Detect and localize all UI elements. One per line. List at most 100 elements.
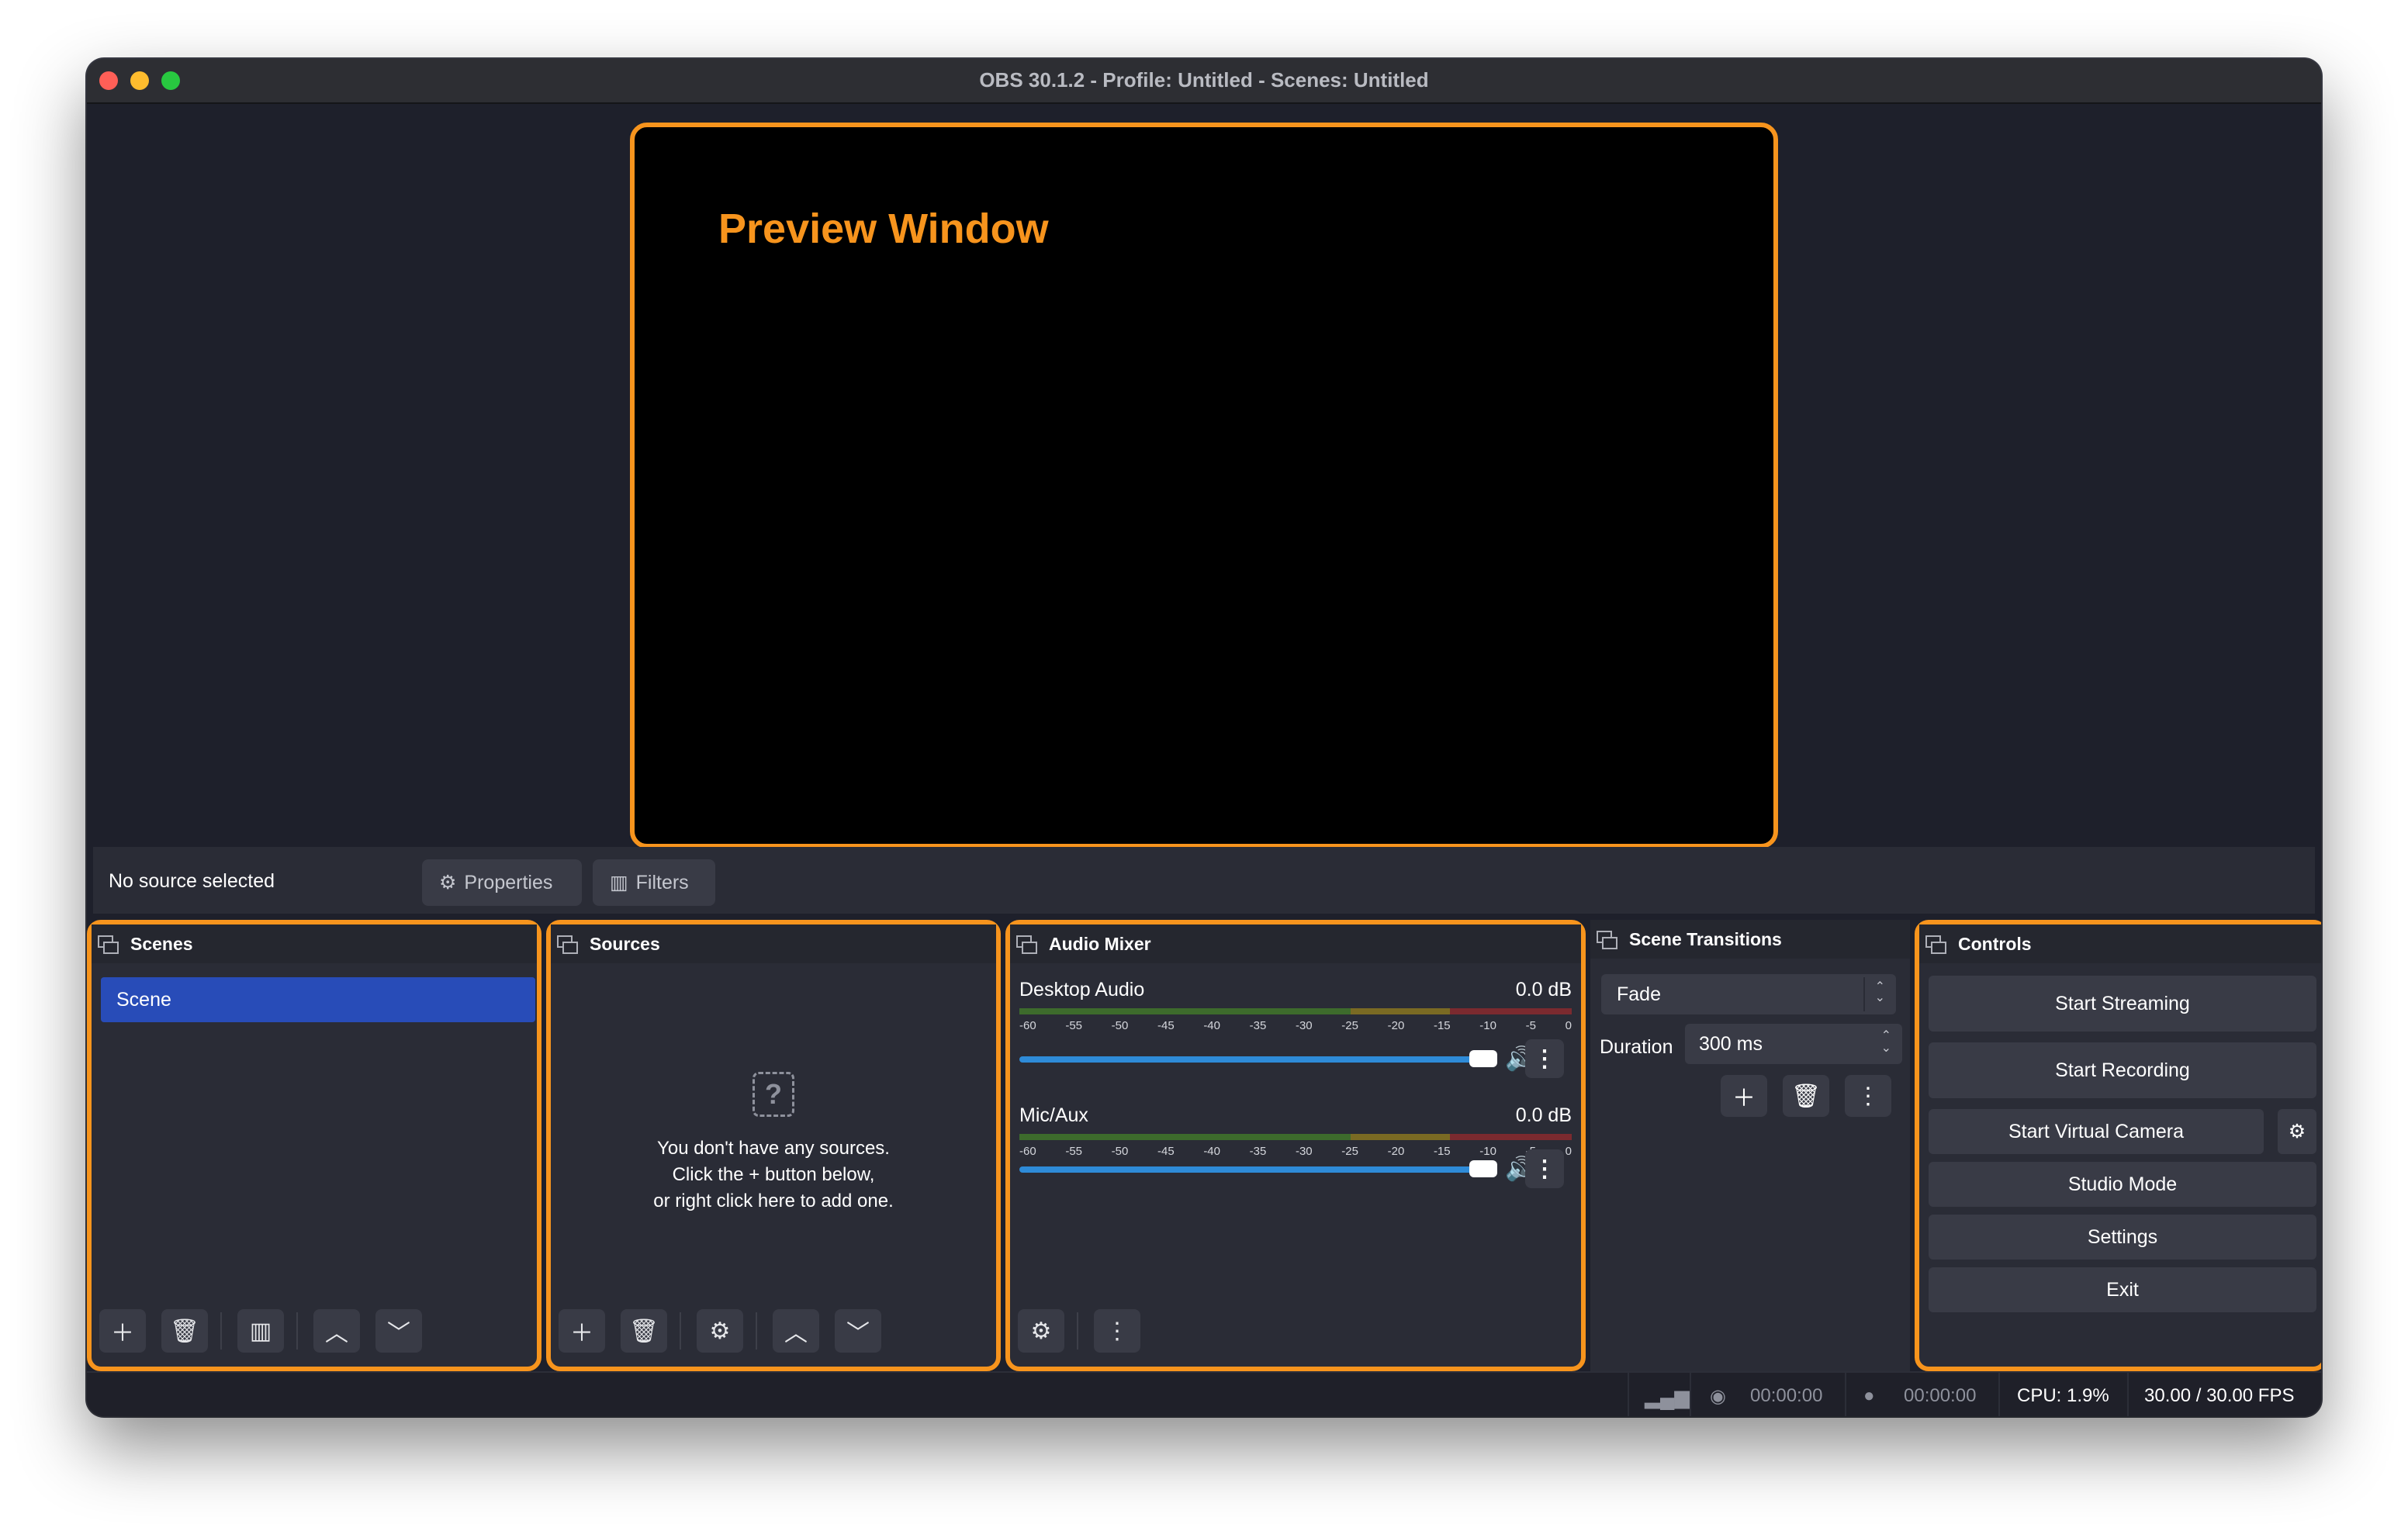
scale-tick: -25 [1341,1019,1358,1032]
signal-bars-icon: ▂▄▆ [1645,1385,1690,1408]
gear-icon: ⚙ [709,1318,731,1344]
sources-empty-state[interactable]: ? You don't have any sources. Click the … [551,1072,996,1215]
transition-value: Fade [1617,983,1661,1005]
scale-tick: -10 [1479,1019,1496,1032]
virtual-camera-settings-button[interactable]: ⚙ [2278,1109,2316,1154]
scene-list-item[interactable]: Scene [101,977,535,1022]
start-recording-button[interactable]: Start Recording [1929,1042,2316,1098]
filter-icon: ▥ [610,872,628,893]
record-status-icon: ● [1863,1385,1875,1406]
toolbar-separator [220,1312,222,1350]
duration-value: 300 ms [1699,1032,1763,1055]
scale-tick: -55 [1065,1145,1083,1158]
undock-icon[interactable] [98,935,119,954]
selected-source-status: No source selected [109,870,275,892]
chevron-up-icon: ︿ [325,1321,348,1346]
volume-slider[interactable] [1019,1056,1477,1063]
scale-tick: -15 [1433,1019,1451,1032]
scale-tick: -50 [1111,1145,1129,1158]
transition-menu-button[interactable]: ⋮ [1845,1075,1891,1117]
chevron-down-icon: ﹀ [387,1321,410,1346]
scale-tick: -35 [1249,1145,1267,1158]
audio-settings-button[interactable]: ⚙ [1018,1309,1064,1353]
gear-icon: ⚙ [2288,1121,2306,1142]
scene-item-label: Scene [116,988,171,1011]
audio-mixer-header: Audio Mixer [1010,924,1581,963]
chevron-up-icon: ︿ [784,1321,808,1346]
sources-empty-line3: or right click here to add one. [653,1191,894,1211]
duration-spinbox[interactable]: 300 ms ⌃ ⌄ [1685,1024,1902,1064]
meter-scale: -60-55-50-45-40-35-30-25-20-15-10-50 [1019,1145,1572,1160]
trash-icon: 🗑 [628,1318,659,1344]
meter-scale: -60-55-50-45-40-35-30-25-20-15-10-50 [1019,1019,1572,1035]
preview-window[interactable]: Preview Window [630,123,1778,848]
mixer-channel-desktop-audio: Desktop Audio 0.0 dB -60 -55 -50 -45 -40 -35-… [1019,979,1572,1087]
stream-time: 00:00:00 [1750,1385,1823,1406]
duration-label: Duration [1600,1036,1673,1058]
more-vertical-icon: ⋮ [1105,1318,1129,1344]
scale-tick: -40 [1203,1019,1220,1032]
undock-icon[interactable] [557,935,578,954]
scale-tick: -45 [1157,1145,1175,1158]
scale-tick: 0 [1565,1019,1572,1032]
move-scene-up-button[interactable]: ︿ [313,1309,360,1353]
status-divider [1690,1373,1691,1416]
controls-title: Controls [1958,933,2032,954]
undock-icon[interactable] [1016,935,1037,954]
scale-tick: -20 [1387,1019,1405,1032]
volume-slider[interactable] [1019,1166,1477,1173]
start-streaming-button[interactable]: Start Streaming [1929,976,2316,1032]
scene-filters-button[interactable]: ▥ [237,1309,284,1353]
exit-button[interactable]: Exit [1929,1267,2316,1312]
scale-tick: -60 [1019,1145,1036,1158]
properties-button[interactable]: ⚙ Properties [422,859,582,906]
status-divider [2127,1373,2129,1416]
trash-icon: 🗑 [1790,1083,1822,1109]
volume-slider-handle[interactable] [1469,1160,1497,1177]
channel-menu-button[interactable]: ⋮ [1525,1039,1564,1078]
add-transition-button[interactable]: ＋ [1721,1075,1767,1117]
volume-meter [1019,1008,1572,1014]
obs-window: OBS 30.1.2 - Profile: Untitled - Scenes:… [87,59,2321,1416]
mixer-menu-button[interactable]: ⋮ [1094,1309,1140,1353]
controls-dock: Controls Start Streaming Start Recording… [1915,920,2321,1371]
start-virtual-camera-button[interactable]: Start Virtual Camera [1929,1109,2264,1154]
remove-scene-button[interactable]: 🗑 [161,1309,208,1353]
chevron-down-icon: ﹀ [846,1321,870,1346]
spin-arrows-icon[interactable]: ⌃ ⌄ [1881,1030,1891,1055]
select-divider [1863,977,1865,1011]
scale-tick: -30 [1295,1019,1313,1032]
channel-level: 0.0 dB [1515,1104,1572,1126]
channel-menu-button[interactable]: ⋮ [1525,1149,1564,1188]
audio-mixer-title: Audio Mixer [1049,933,1151,954]
mixer-channel-mic-aux: Mic/Aux 0.0 dB -60 -55 -50 -45 -40 -35 -30 -25 -… [1019,1104,1572,1213]
remove-transition-button[interactable]: 🗑 [1783,1075,1829,1117]
settings-button[interactable]: Settings [1929,1215,2316,1260]
scale-tick: -50 [1111,1019,1129,1032]
scene-transitions-dock: Scene Transitions Fade ⌃ ⌄ Duration 300 m… [1590,920,1910,1371]
move-source-up-button[interactable]: ︿ [773,1309,819,1353]
sources-empty-line1: You don't have any sources. [657,1138,890,1159]
move-source-down-button[interactable]: ﹀ [835,1309,881,1353]
remove-source-button[interactable]: 🗑 [621,1309,667,1353]
scenes-dock-header: Scenes [92,924,537,963]
move-scene-down-button[interactable]: ﹀ [375,1309,422,1353]
studio-mode-button[interactable]: Studio Mode [1929,1162,2316,1207]
status-bar: ▂▄▆ ◉ 00:00:00 ● 00:00:00 CPU: 1.9% 30.0… [87,1371,2321,1416]
transition-select[interactable]: Fade ⌃ ⌄ [1601,974,1896,1014]
scenes-dock: Scenes Scene ＋ 🗑 ▥ ︿ ﹀ [87,920,541,1371]
filters-button[interactable]: ▥ Filters [593,859,715,906]
undock-icon[interactable] [1597,931,1617,949]
filter-icon: ▥ [249,1318,272,1344]
sources-empty-line2: Click the + button below, [672,1164,875,1185]
add-scene-button[interactable]: ＋ [99,1309,146,1353]
add-source-button[interactable]: ＋ [559,1309,605,1353]
plus-icon: ＋ [1732,1086,1756,1111]
toolbar-separator [296,1312,298,1350]
source-properties-button[interactable]: ⚙ [697,1309,743,1353]
scale-tick: -5 [1525,1019,1536,1032]
controls-header: Controls [1919,924,2321,963]
volume-slider-handle[interactable] [1469,1050,1497,1067]
undock-icon[interactable] [1925,935,1946,954]
scenes-title: Scenes [130,933,193,954]
